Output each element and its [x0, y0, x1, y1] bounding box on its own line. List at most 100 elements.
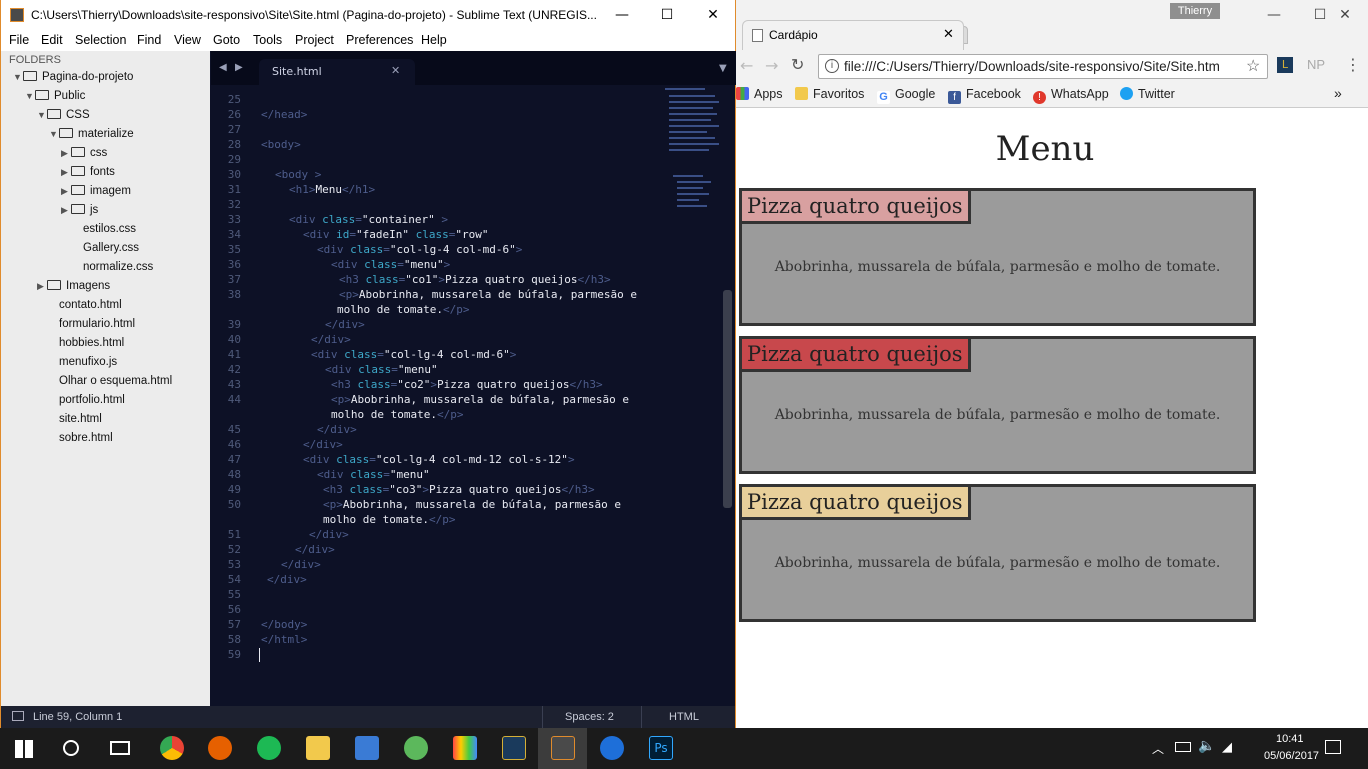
- app-taskbar-icon[interactable]: [355, 736, 379, 760]
- volume-icon[interactable]: 🔈: [1198, 738, 1215, 754]
- sublime-menu-bar: File Edit Selection Find View Goto Tools…: [1, 30, 735, 51]
- sidebar-item[interactable]: ▶ css: [61, 147, 107, 159]
- extension-lol-icon[interactable]: L: [1277, 57, 1293, 73]
- tab-close-icon[interactable]: ✕: [943, 26, 954, 42]
- bookmark-google[interactable]: G Google: [877, 87, 935, 104]
- tray-overflow-icon[interactable]: ︿: [1152, 740, 1164, 757]
- chevron-right-icon: ▶: [61, 148, 68, 158]
- sidebar-file[interactable]: menufixo.js: [59, 356, 117, 368]
- lol-taskbar-icon[interactable]: [502, 736, 526, 760]
- spotify-taskbar-icon[interactable]: [257, 736, 281, 760]
- code-line: </div>: [267, 573, 307, 586]
- sidebar-file[interactable]: formulario.html: [59, 318, 135, 330]
- equalizer-taskbar-icon[interactable]: [453, 736, 477, 760]
- utorrent-taskbar-icon[interactable]: [404, 736, 428, 760]
- close-icon[interactable]: ✕: [690, 0, 736, 30]
- menu-kebab-icon[interactable]: ⋮: [1345, 55, 1361, 74]
- sidebar-file[interactable]: hobbies.html: [59, 337, 124, 349]
- menu-edit[interactable]: Edit: [41, 33, 63, 47]
- notification-icon[interactable]: [1325, 740, 1341, 754]
- tab-nav-left-icon[interactable]: ◀: [219, 62, 227, 73]
- close-icon[interactable]: ✕: [1322, 0, 1368, 30]
- bookmarks-overflow-icon[interactable]: »: [1334, 85, 1342, 101]
- sidebar-file[interactable]: Gallery.css: [83, 242, 139, 254]
- sidebar-file[interactable]: estilos.css: [83, 223, 136, 235]
- edge-taskbar-icon[interactable]: [600, 736, 624, 760]
- minimize-icon[interactable]: —: [599, 0, 645, 30]
- tab-site-html[interactable]: Site.html ✕: [259, 59, 415, 85]
- bookmark-star-icon[interactable]: ☆: [1246, 56, 1260, 76]
- sidebar-file[interactable]: contato.html: [59, 299, 122, 311]
- sidebar-item[interactable]: ▶ imagem: [61, 185, 131, 197]
- chevron-right-icon: ▶: [61, 167, 68, 177]
- menu-project[interactable]: Project: [295, 33, 334, 47]
- tab-close-icon[interactable]: ✕: [391, 64, 400, 77]
- clock-date[interactable]: 05/06/2017: [1264, 750, 1319, 762]
- task-view-icon[interactable]: [110, 741, 130, 755]
- code-editor[interactable]: 25 26 </head> 27 28 <body> 29 30 <body >31 <h1>Me…: [211, 85, 721, 706]
- tab-cardapio[interactable]: Cardápio ✕: [742, 20, 964, 50]
- clock-time[interactable]: 10:41: [1276, 733, 1304, 745]
- menu-view[interactable]: View: [174, 33, 201, 47]
- menu-help[interactable]: Help: [421, 33, 447, 47]
- menu-find[interactable]: Find: [137, 33, 161, 47]
- menu-goto[interactable]: Goto: [213, 33, 240, 47]
- sidebar-file[interactable]: site.html: [59, 413, 102, 425]
- bookmark-favoritos[interactable]: Favoritos: [795, 87, 864, 101]
- bookmark-whatsapp[interactable]: ! WhatsApp: [1033, 87, 1109, 104]
- menu-preferences[interactable]: Preferences: [346, 33, 413, 47]
- maximize-icon[interactable]: ☐: [644, 0, 690, 30]
- code-token: "col-lg-4 col-md-6": [383, 348, 510, 361]
- sidebar-file[interactable]: Olhar o esquema.html: [59, 375, 172, 387]
- photoshop-taskbar-icon[interactable]: Ps: [649, 736, 673, 760]
- syntax-setting[interactable]: HTML: [669, 711, 699, 723]
- sidebar-item[interactable]: ▶ fonts: [61, 166, 115, 178]
- minimap[interactable]: [663, 85, 721, 225]
- bookmark-apps[interactable]: Apps: [736, 87, 783, 101]
- sidebar-item[interactable]: ▼ CSS: [37, 109, 90, 121]
- sidebar-file[interactable]: sobre.html: [59, 432, 113, 444]
- sidebar-file[interactable]: portfolio.html: [59, 394, 125, 406]
- sidebar-item[interactable]: ▼ Pagina-do-projeto: [13, 71, 133, 83]
- line-number: 25: [227, 93, 241, 106]
- indentation-setting[interactable]: Spaces: 2: [565, 711, 614, 723]
- code-token: =: [383, 243, 390, 256]
- sublime-taskbar-icon[interactable]: [551, 736, 575, 760]
- sidebar-item[interactable]: ▶ Imagens: [37, 280, 110, 292]
- folder-icon: [71, 147, 85, 157]
- info-icon[interactable]: i: [825, 59, 839, 73]
- file-explorer-taskbar-icon[interactable]: [306, 736, 330, 760]
- tab-nav-right-icon[interactable]: ▶: [235, 62, 243, 73]
- wifi-icon[interactable]: ◢: [1222, 740, 1232, 755]
- battery-icon[interactable]: [1175, 742, 1191, 752]
- sublime-title-bar[interactable]: C:\Users\Thierry\Downloads\site-responsi…: [1, 0, 735, 30]
- tab-dropdown-icon[interactable]: ▼: [719, 63, 727, 74]
- code-line: <div id="fadeIn" class="row": [303, 228, 488, 241]
- code-token: =: [397, 258, 404, 271]
- forward-icon[interactable]: →: [765, 56, 778, 75]
- minimize-icon[interactable]: —: [1251, 0, 1297, 30]
- address-bar[interactable]: i file:///C:/Users/Thierry/Downloads/sit…: [818, 54, 1268, 79]
- code-token: class: [408, 228, 449, 241]
- extension-np[interactable]: NP: [1307, 57, 1325, 72]
- bookmark-twitter[interactable]: Twitter: [1120, 87, 1175, 101]
- sidebar-item[interactable]: ▼ materialize: [49, 128, 134, 140]
- editor-scrollbar[interactable]: [723, 290, 732, 508]
- menu-file[interactable]: File: [9, 33, 29, 47]
- sidebar-file[interactable]: normalize.css: [83, 261, 153, 273]
- chrome-taskbar-icon[interactable]: [160, 736, 184, 760]
- sidebar-item[interactable]: ▶ js: [61, 204, 98, 216]
- search-icon[interactable]: [63, 740, 79, 756]
- reload-icon[interactable]: ↻: [791, 55, 804, 74]
- windows-start-icon[interactable]: [15, 740, 33, 758]
- firefox-taskbar-icon[interactable]: [208, 736, 232, 760]
- back-icon[interactable]: ←: [740, 56, 753, 75]
- code-token: <p>: [331, 393, 351, 406]
- sidebar-item[interactable]: ▼ Public: [25, 90, 85, 102]
- bookmark-facebook[interactable]: f Facebook: [948, 87, 1021, 104]
- page-title: Menu: [995, 129, 1095, 169]
- menu-tools[interactable]: Tools: [253, 33, 282, 47]
- console-icon[interactable]: [12, 711, 24, 721]
- menu-selection[interactable]: Selection: [75, 33, 126, 47]
- profile-name[interactable]: Thierry: [1170, 3, 1220, 19]
